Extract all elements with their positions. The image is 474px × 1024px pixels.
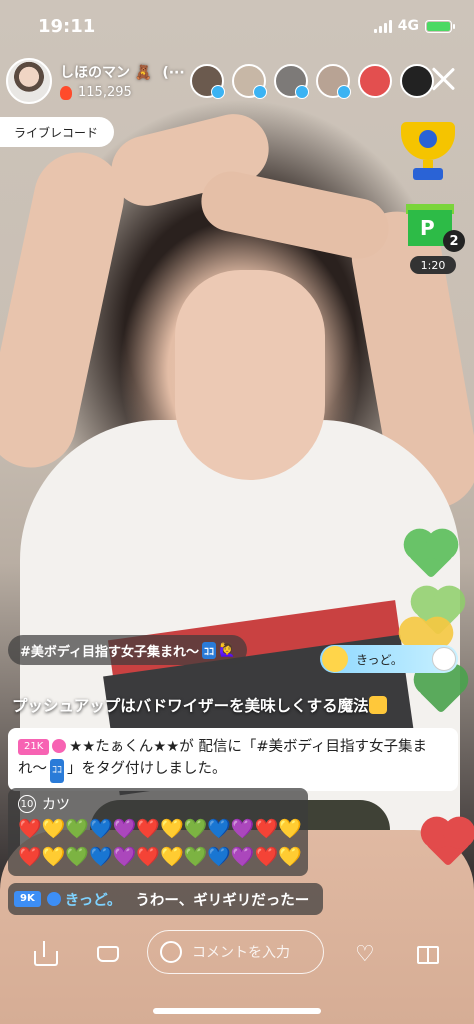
trophy-icon[interactable]: [395, 120, 461, 182]
status-time: 19:11: [38, 16, 96, 37]
rank-badge: 10: [18, 795, 36, 813]
viewer-avatar[interactable]: [316, 64, 351, 99]
comment-text: ❤️💛💚💙💜❤️💛💚💙💜❤️💛: [18, 846, 302, 868]
signal-icon: [373, 19, 392, 33]
viewer-badge-icon: [337, 85, 351, 99]
announcement-tail: 」をタグ付けしました。: [67, 761, 227, 777]
comment-placeholder: コメントを入力: [192, 945, 290, 961]
comment-icon: [160, 941, 182, 963]
stream-headline: プッシュアップはバドワイザーを美味しくする魔法: [12, 694, 387, 716]
crown-icon[interactable]: [95, 940, 121, 966]
comment-item: 10 カツ ❤️💛💚💙💜❤️💛💚💙💜❤️💛 ❤️💛💚💙💜❤️💛💚💙💜❤️💛: [8, 788, 308, 876]
host-avatar[interactable]: [6, 58, 52, 104]
gift-timer: 1:20: [410, 256, 456, 274]
gift-count-badge: 2: [443, 230, 465, 252]
coco-badge: ｺｺ: [201, 641, 216, 659]
home-indicator: [153, 1008, 321, 1014]
comment-input[interactable]: コメントを入力: [147, 930, 324, 974]
point-badge: 21K: [18, 739, 50, 755]
comment-item: 9K きっど。 うわー、ギリギリだったー: [8, 883, 324, 915]
viewer-badge-icon: [295, 85, 309, 99]
tag-announcement: 21K ★★たぁくん★★が 配信に「#美ボディ目指す女子集まれ〜 ｺｺ 」をタグ付けし…: [8, 728, 458, 791]
comment-username: カツ: [42, 797, 70, 813]
battery-icon: [425, 19, 455, 33]
join-username: きっど。: [356, 652, 403, 667]
hashtag-text: #美ボディ目指す女子集まれ〜: [20, 644, 199, 660]
level-icon: [52, 739, 67, 753]
viewer-avatars[interactable]: [190, 64, 434, 99]
comment-text: ❤️💛💚💙💜❤️💛💚💙💜❤️💛: [18, 818, 302, 840]
close-button[interactable]: [428, 64, 458, 94]
comment-text: うわー、ギリギリだったー: [135, 892, 310, 909]
live-record-button[interactable]: ライブレコード: [0, 117, 115, 147]
gift-icon[interactable]: [416, 940, 442, 966]
point-badge: 9K: [14, 891, 41, 907]
hashtag-pill[interactable]: #美ボディ目指す女子集まれ〜 ｺｺ 🙋‍♀️: [8, 635, 248, 665]
flame-icon: [60, 85, 72, 100]
host-info[interactable]: しほのマン 🧸 (··· 115,295: [6, 57, 185, 105]
viewer-badge-icon: [211, 85, 225, 99]
viewer-avatar[interactable]: [274, 64, 309, 99]
thumbs-up-icon: [368, 696, 387, 714]
viewer-avatar[interactable]: [232, 64, 267, 99]
face-icon: [432, 647, 456, 671]
status-bar: 19:11 4G: [0, 0, 474, 52]
coco-badge: ｺｺ: [50, 759, 64, 783]
viewer-avatar[interactable]: [358, 64, 392, 98]
comment-username: きっど。: [64, 892, 122, 909]
viewer-badge-icon: [253, 85, 267, 99]
join-notification: きっど。: [320, 645, 458, 673]
bottom-toolbar: コメントを入力 ♡: [0, 928, 474, 978]
host-points: 115,295: [78, 85, 132, 100]
viewer-avatar[interactable]: [190, 64, 225, 99]
heart-icon[interactable]: ♡: [353, 940, 379, 966]
share-icon[interactable]: [31, 940, 58, 966]
host-name: しほのマン 🧸: [60, 65, 153, 81]
host-more: (···: [162, 65, 185, 81]
level-icon: [46, 892, 61, 906]
hashtag-emoji: 🙋‍♀️: [218, 642, 236, 658]
clap-icon: [322, 646, 348, 672]
network-type: 4G: [397, 18, 419, 34]
